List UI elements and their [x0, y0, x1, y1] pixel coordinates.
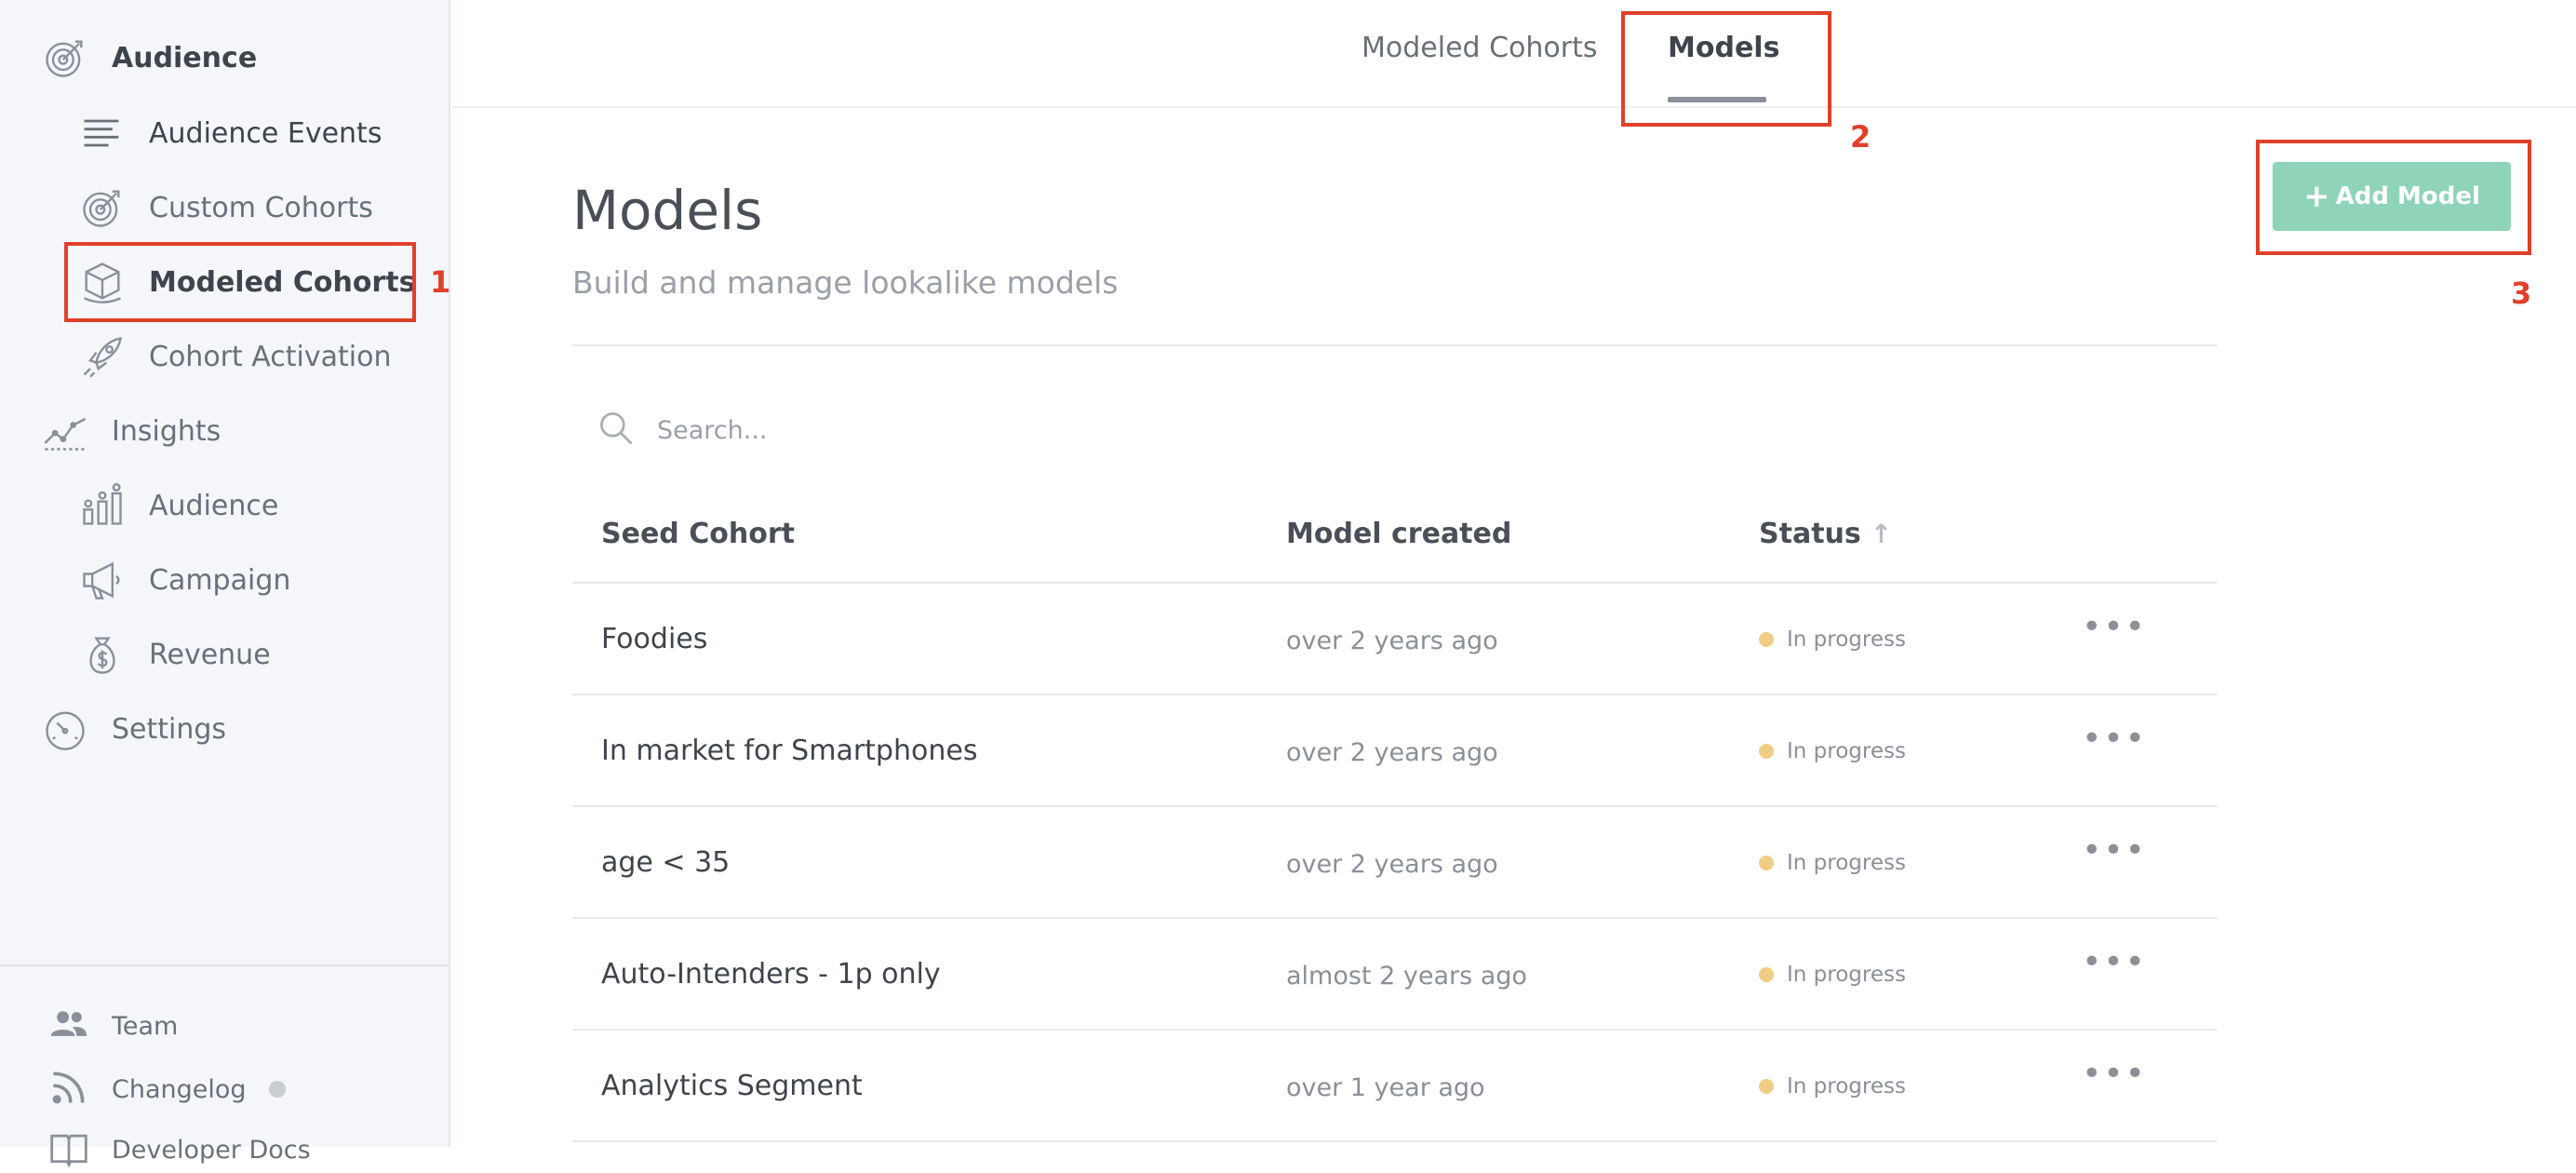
more-options-icon[interactable]: ••• [2082, 943, 2147, 981]
more-options-icon[interactable]: ••• [2082, 1055, 2147, 1093]
page-subtitle: Build and manage lookalike models [572, 264, 1119, 301]
model-created-cell: over 2 years ago [1286, 738, 1498, 767]
rocket-icon [74, 329, 130, 384]
status-text: In progress [1787, 963, 1906, 987]
sidebar: Audience Audience Events Custom Cohorts … [0, 0, 450, 1168]
target-icon [74, 180, 130, 236]
annotation-number-2: 2 [1850, 119, 1872, 155]
sidebar-footer-docs[interactable]: Developer Docs [48, 1126, 311, 1173]
search-input[interactable] [655, 414, 1310, 446]
sidebar-footer-label: Developer Docs [112, 1135, 311, 1165]
column-header-label: Status [1759, 518, 1861, 550]
unread-badge [268, 1081, 286, 1098]
table-row[interactable]: Analytics Segment over 1 year ago In pro… [572, 1029, 2217, 1133]
status-badge: In progress [1759, 851, 1906, 875]
status-text: In progress [1787, 851, 1906, 875]
seed-cohort-cell: Auto-Intenders - 1p only [601, 958, 941, 991]
model-created-cell: over 1 year ago [1286, 1073, 1485, 1102]
sidebar-footer-team[interactable]: Team [48, 1003, 178, 1049]
sidebar-item-settings[interactable]: Settings [37, 701, 226, 757]
sidebar-footer-label: Team [112, 1011, 179, 1041]
page-title: Models [572, 179, 763, 242]
seed-cohort-cell: Foodies [601, 623, 708, 655]
more-options-icon[interactable]: ••• [2082, 831, 2147, 870]
sidebar-divider [0, 964, 449, 966]
sidebar-item-label: Audience [149, 489, 279, 522]
status-badge: In progress [1759, 627, 1906, 652]
book-icon [48, 1127, 89, 1172]
status-text: In progress [1787, 1074, 1906, 1099]
money-bag-icon [74, 627, 130, 682]
sidebar-item-revenue[interactable]: Revenue [74, 627, 271, 682]
sort-arrow-up-icon: ↑ [1870, 519, 1893, 549]
megaphone-icon [74, 552, 130, 608]
more-options-icon[interactable]: ••• [2082, 608, 2147, 646]
sidebar-item-label: Custom Cohorts [149, 191, 373, 224]
column-header-label: Model created [1286, 518, 1512, 550]
status-dot [1759, 967, 1774, 982]
sidebar-item-label: Audience [112, 41, 258, 74]
search-bar [596, 402, 1310, 458]
status-dot [1759, 632, 1774, 647]
target-icon [37, 30, 93, 86]
table-row[interactable]: Foodies over 2 years ago In progress ••• [572, 582, 2217, 694]
list-lines-icon [74, 105, 130, 161]
seed-cohort-cell: age < 35 [601, 846, 731, 879]
bar-people-icon [74, 478, 130, 533]
sidebar-item-insights-audience[interactable]: Audience [74, 478, 278, 533]
sidebar-item-cohort-activation[interactable]: Cohort Activation [74, 329, 392, 384]
model-created-cell: over 2 years ago [1286, 850, 1498, 879]
tab-modeled-cohorts[interactable]: Modeled Cohorts [1362, 32, 1598, 64]
table-bottom-rule [572, 1140, 2217, 1142]
sidebar-item-audience-events[interactable]: Audience Events [74, 105, 382, 161]
table-row[interactable]: Auto-Intenders - 1p only almost 2 years … [572, 917, 2217, 1029]
gauge-icon [37, 701, 93, 757]
status-badge: In progress [1759, 739, 1906, 763]
sidebar-item-label: Insights [112, 414, 221, 448]
sidebar-item-label: Campaign [149, 563, 291, 597]
column-header-seed-cohort[interactable]: Seed Cohort [601, 518, 795, 550]
column-header-model-created[interactable]: Model created [1286, 518, 1511, 550]
sidebar-item-label: Revenue [149, 638, 271, 671]
people-icon [48, 1004, 89, 1048]
table-row[interactable]: In market for Smartphones over 2 years a… [572, 694, 2217, 805]
sidebar-item-label: Audience Events [149, 116, 382, 150]
column-header-label: Seed Cohort [601, 518, 795, 550]
status-text: In progress [1787, 627, 1906, 652]
status-dot [1759, 1079, 1774, 1094]
sidebar-item-campaign[interactable]: Campaign [74, 552, 290, 608]
seed-cohort-cell: Analytics Segment [601, 1070, 863, 1102]
sidebar-item-custom-cohorts[interactable]: Custom Cohorts [74, 180, 373, 236]
sidebar-item-audience[interactable]: Audience [37, 30, 257, 86]
sidebar-item-label: Settings [112, 712, 227, 746]
sidebar-footer-label: Changelog [112, 1074, 247, 1104]
annotation-box-1 [64, 242, 416, 322]
status-badge: In progress [1759, 963, 1906, 987]
header-divider [572, 344, 2217, 346]
annotation-box-3 [2256, 140, 2531, 255]
annotation-number-3: 3 [2511, 276, 2532, 311]
sidebar-item-insights[interactable]: Insights [37, 403, 221, 459]
sidebar-item-label: Cohort Activation [149, 340, 392, 373]
model-created-cell: over 2 years ago [1286, 627, 1498, 655]
search-icon [596, 408, 637, 452]
column-header-status[interactable]: Status ↑ [1759, 518, 1892, 550]
annotation-number-1: 1 [430, 264, 451, 300]
model-created-cell: almost 2 years ago [1286, 962, 1527, 991]
status-text: In progress [1787, 739, 1906, 763]
more-options-icon[interactable]: ••• [2082, 720, 2147, 758]
status-dot [1759, 744, 1774, 759]
status-dot [1759, 856, 1774, 870]
rss-icon [48, 1067, 89, 1112]
trend-chart-icon [37, 403, 93, 459]
annotation-box-2 [1621, 11, 1831, 127]
sidebar-footer-changelog[interactable]: Changelog [48, 1066, 286, 1112]
seed-cohort-cell: In market for Smartphones [601, 735, 978, 767]
status-badge: In progress [1759, 1074, 1906, 1099]
table-row[interactable]: age < 35 over 2 years ago In progress ••… [572, 805, 2217, 917]
